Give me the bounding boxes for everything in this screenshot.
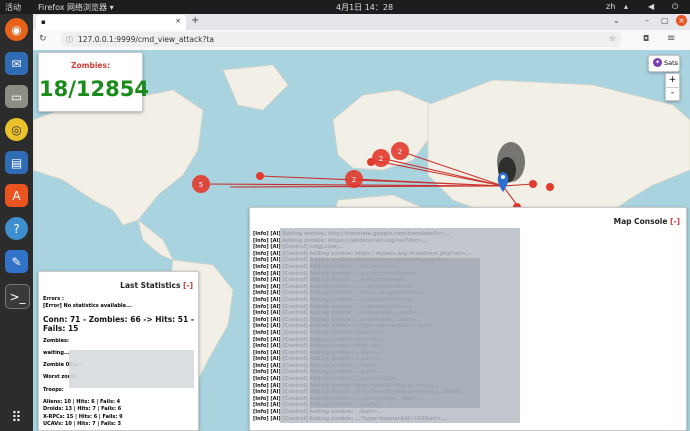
dock: ◉ ✉ ▭ ◎ ▤ A ? ✎ >_ ⠿ (0, 14, 33, 431)
console-title: Map Console (613, 217, 668, 226)
help-icon[interactable]: ? (5, 217, 28, 240)
troop-row: Droids: 13 | Hits: 7 | Fails: 6 (43, 406, 122, 412)
zombies-title: Zombies: (71, 61, 110, 70)
new-tab-icon[interactable]: + (191, 15, 199, 26)
redaction-blur (69, 350, 194, 388)
zoom-in-button[interactable]: + (666, 74, 679, 88)
firefox-app-name: Firefox 网络浏览器 (38, 3, 108, 12)
conn-summary: Conn: 71 - Zombies: 66 -> Hits: 51 - Fai… (43, 315, 194, 333)
errors-label: Errors : (43, 296, 64, 302)
last-statistics-panel: Last Statistics [-] Errors : [Error] No … (38, 271, 199, 431)
tab-active[interactable]: ▪ × (36, 15, 186, 30)
troops-label: Troops: (43, 387, 64, 393)
activities-button[interactable]: 活动 (5, 2, 21, 13)
marker-label: 2 (352, 176, 356, 184)
console-header: Map Console [-] (614, 217, 680, 226)
bookmark-star-icon[interactable]: ☆ (609, 34, 616, 43)
troops-section: Troops: Aliens: 10 | Hits: 6 | Fails: 4 … (43, 387, 123, 429)
map-console-panel: Map Console [-] [Info] [AI] Adding zombi… (249, 207, 687, 431)
url-text: 127.0.0.1:9999/cmd_view_attack?ta (78, 35, 214, 44)
zombies-panel: Zombies: 18/12854 (38, 52, 149, 112)
tab-close-icon[interactable]: × (175, 17, 181, 25)
firefox-icon[interactable]: ◉ (5, 18, 28, 41)
menu-icon[interactable]: ≡ (667, 33, 675, 44)
software-icon[interactable]: A (5, 184, 28, 207)
errors-value: [Error] No statistics available... (43, 303, 132, 309)
zombies-count: 18/12854 (39, 77, 149, 101)
zoom-out-button[interactable]: - (666, 88, 679, 100)
satellite-icon: ✦ (653, 58, 662, 67)
clock[interactable]: 4月1日 14：28 (336, 2, 393, 13)
pocket-icon[interactable]: ◘ (643, 34, 649, 43)
world-map[interactable]: 5 2 2 2 ✦ Sats + - Zombies: 18/12854 Map… (33, 50, 690, 431)
troop-row: UCAVs: 10 | Hits: 7 | Fails: 3 (43, 421, 122, 427)
zombies-label: Zombies: (43, 338, 69, 344)
url-field[interactable]: ⓘ 127.0.0.1:9999/cmd_view_attack?ta ☆ (61, 32, 621, 47)
marker-label: 5 (199, 181, 203, 189)
app-grid-icon[interactable]: ⠿ (5, 406, 28, 429)
troop-row: Aliens: 10 | Hits: 6 | Fails: 4 (43, 398, 121, 405)
marker-label: 2 (379, 155, 383, 163)
marker-label: 2 (398, 148, 402, 156)
rhythmbox-icon[interactable]: ◎ (5, 118, 28, 141)
sats-toggle[interactable]: ✦ Sats (648, 55, 680, 72)
terminal-icon[interactable]: >_ (5, 284, 30, 309)
greenland-land (222, 64, 289, 111)
stats-header: Last Statistics [-] (120, 281, 193, 290)
sats-label: Sats (664, 59, 679, 67)
system-top-bar: 活动 Firefox 网络浏览器 ▾ 4月1日 14：28 zh ▴ ◀ ⏻ (0, 0, 690, 14)
tab-strip: ▪ × + ⌄ – ▢ × (33, 14, 690, 30)
power-icon[interactable]: ⏻ (672, 2, 678, 12)
minimize-icon[interactable]: – (645, 16, 649, 25)
active-app-menu[interactable]: Firefox 网络浏览器 ▾ (38, 2, 114, 13)
site-info-icon[interactable]: ⓘ (66, 35, 73, 45)
text-editor-icon[interactable]: ✎ (5, 250, 28, 273)
mail-icon[interactable]: ✉ (5, 52, 28, 75)
stats-errors: Errors : [Error] No statistics available… (43, 296, 132, 310)
volume-icon[interactable]: ◀ (648, 2, 654, 11)
redaction-mosaic-inner (310, 258, 480, 408)
stats-collapse-button[interactable]: [-] (183, 281, 193, 290)
close-window-icon[interactable]: × (676, 15, 687, 26)
input-method[interactable]: zh (606, 2, 615, 11)
console-collapse-button[interactable]: [-] (670, 217, 680, 226)
tab-favicon-icon: ▪ (41, 18, 46, 26)
reload-icon[interactable]: ↻ (39, 34, 47, 44)
troop-row: X-RPCs: 15 | Hits: 6 | Fails: 9 (43, 413, 123, 420)
writer-icon[interactable]: ▤ (5, 151, 28, 174)
tab-list-icon[interactable]: ⌄ (613, 16, 620, 25)
network-icon[interactable]: ▴ (624, 2, 628, 11)
maximize-icon[interactable]: ▢ (661, 16, 669, 25)
stats-title: Last Statistics (120, 281, 181, 290)
navigation-toolbar: ↻ ⓘ 127.0.0.1:9999/cmd_view_attack?ta ☆ … (33, 30, 690, 51)
central-america-land (137, 218, 174, 261)
zoom-control: + - (665, 73, 680, 101)
files-icon[interactable]: ▭ (5, 85, 28, 108)
